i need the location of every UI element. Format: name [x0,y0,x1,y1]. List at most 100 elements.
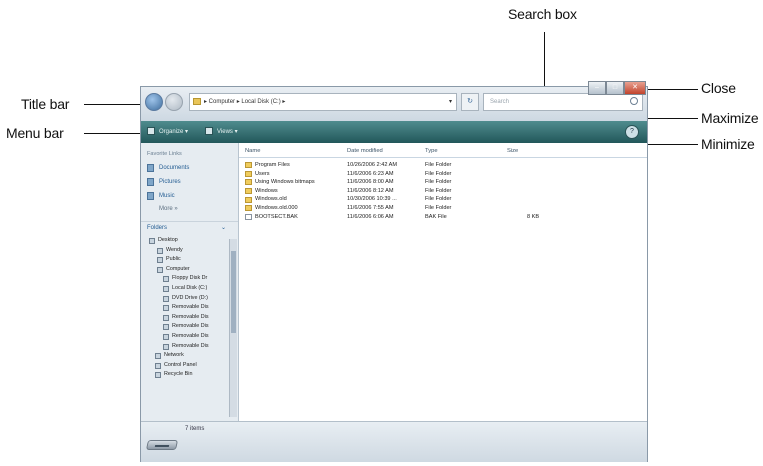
tree-item-icon [163,295,169,302]
tree-item-label: Network [164,352,184,359]
cell-type: File Folder [425,205,452,211]
tree-scrollbar[interactable] [229,239,237,417]
tree-item-icon [149,238,155,244]
cell-date: 11/6/2006 8:12 AM [347,187,394,194]
tree-item[interactable]: Network [141,351,238,361]
scrollbar-thumb[interactable] [231,251,236,333]
address-bar[interactable]: ▸ Computer ▸ Local Disk (C:) ▸ ▾ [189,93,457,111]
favorite-link-pictures[interactable]: Pictures [141,175,238,189]
tree-item-label: Removable Dis [172,313,209,320]
minimize-callout: Minimize [701,136,755,152]
table-row[interactable]: BOOTSECT.BAK 11/6/2006 6:06 AM BAK File 8 K… [239,213,647,222]
tree-item-label: Public [166,256,181,263]
folder-icon [193,98,201,105]
tree-item-icon [163,333,169,340]
cell-name: BOOTSECT.BAK [255,213,298,220]
address-dropdown-icon[interactable]: ▾ [449,94,452,110]
tree-item[interactable]: Desktop [141,236,238,246]
cell-date: 10/30/2006 10:39 ... [347,196,397,203]
tree-item[interactable]: Control Panel [141,361,238,371]
cell-type: File Folder [425,162,452,168]
tree-item[interactable]: Computer [141,265,238,275]
column-header-name[interactable]: Name [245,146,260,156]
favorite-links-list: Documents Pictures Music [141,161,238,203]
table-row[interactable]: Windows 11/6/2006 8:12 AM File Folder [239,187,647,196]
cell-type: File Folder [425,179,452,186]
column-header-size[interactable]: Size [507,146,518,156]
tree-item[interactable]: Local Disk (C:) [141,284,238,294]
column-header-date[interactable]: Date modified [347,146,383,156]
item-count: 7 items [185,426,205,432]
menu-bar-callout: Menu bar [6,125,64,141]
tree-item-icon [163,343,169,350]
title-bar-callout: Title bar [21,96,70,112]
table-row[interactable]: Program Files 10/26/2006 2:42 AM File Fold… [239,161,647,170]
cell-type: File Folder [425,170,452,177]
drive-icon [145,434,179,454]
folders-collapse-icon[interactable]: ⌄ [221,222,226,234]
tree-item-icon [157,257,163,264]
tree-item[interactable]: Recycle Bin [141,370,238,380]
folders-header[interactable]: Folders ⌄ [141,221,238,234]
maximize-button[interactable]: □ [606,81,624,95]
cell-date: 11/6/2006 6:06 AM [347,213,394,220]
favorite-link-label: Documents [159,165,190,171]
title-bar[interactable]: ▸ Computer ▸ Local Disk (C:) ▸ ▾ ↻ Searc… [141,81,647,121]
music-icon [147,192,154,200]
tree-item[interactable]: Public [141,255,238,265]
address-path: ▸ Computer ▸ Local Disk (C:) ▸ [204,99,286,105]
folder-icon [245,162,252,169]
search-icon[interactable] [630,97,638,105]
minimize-icon: – [595,84,599,91]
close-callout: Close [701,80,736,96]
details-pane: 7 items [141,421,647,462]
navigation-pane: Favorite Links Documents Pictures Music Mo… [141,143,239,421]
tree-item-label: Removable Dis [172,332,209,339]
search-box-callout: Search box [508,6,577,22]
tree-item[interactable]: Floppy Disk Dr [141,274,238,284]
tree-item-icon [163,276,169,283]
table-row[interactable]: Windows.old 10/30/2006 10:39 ... File Fold… [239,195,647,204]
cell-date: 11/6/2006 6:23 AM [347,170,394,177]
tree-item-label: Control Panel [164,361,197,368]
table-row[interactable]: Using Windows bitmaps 11/6/2006 8:00 AM Fi… [239,178,647,187]
refresh-button[interactable]: ↻ [461,93,479,111]
tree-item[interactable]: Removable Dis [141,342,238,352]
tree-item[interactable]: Removable Dis [141,313,238,323]
folder-icon [245,196,252,203]
close-button[interactable]: ✕ [624,81,646,95]
cell-name: Program Files [255,162,290,168]
cell-name: Users [255,170,270,177]
table-row[interactable]: Windows.old.000 11/6/2006 7:55 AM File Fol… [239,204,647,213]
forward-button[interactable] [165,93,183,111]
search-input[interactable]: Search [483,93,643,111]
organize-icon [147,127,155,135]
organize-menu[interactable]: Organize ▾ [159,126,188,138]
tree-item-label: Wendy [166,246,183,253]
minimize-button[interactable]: – [588,81,606,95]
tree-item[interactable]: Removable Dis [141,332,238,342]
tree-item-label: Recycle Bin [164,371,193,378]
tree-item-icon [157,266,163,273]
favorite-link-music[interactable]: Music [141,189,238,203]
search-placeholder: Search [490,99,510,105]
table-row[interactable]: Users 11/6/2006 6:23 AM File Folder [239,170,647,179]
folder-icon [245,188,252,195]
tree-item[interactable]: Wendy [141,246,238,256]
refresh-icon: ↻ [467,98,473,105]
folder-icon [245,170,252,177]
tree-item[interactable]: DVD Drive (D:) [141,294,238,304]
help-icon[interactable]: ? [625,125,639,139]
tree-item[interactable]: Removable Dis [141,322,238,332]
header-divider [239,157,647,158]
maximize-icon: □ [612,84,618,91]
column-header-type[interactable]: Type [425,146,438,156]
tree-item[interactable]: Removable Dis [141,303,238,313]
tree-item-icon [163,314,169,321]
views-menu[interactable]: Views ▾ [217,126,238,138]
favorite-link-documents[interactable]: Documents [141,161,238,175]
tree-item-icon [155,372,161,379]
cell-type: BAK File [425,213,447,220]
more-link[interactable]: More » [141,203,238,215]
back-button[interactable] [145,93,163,111]
